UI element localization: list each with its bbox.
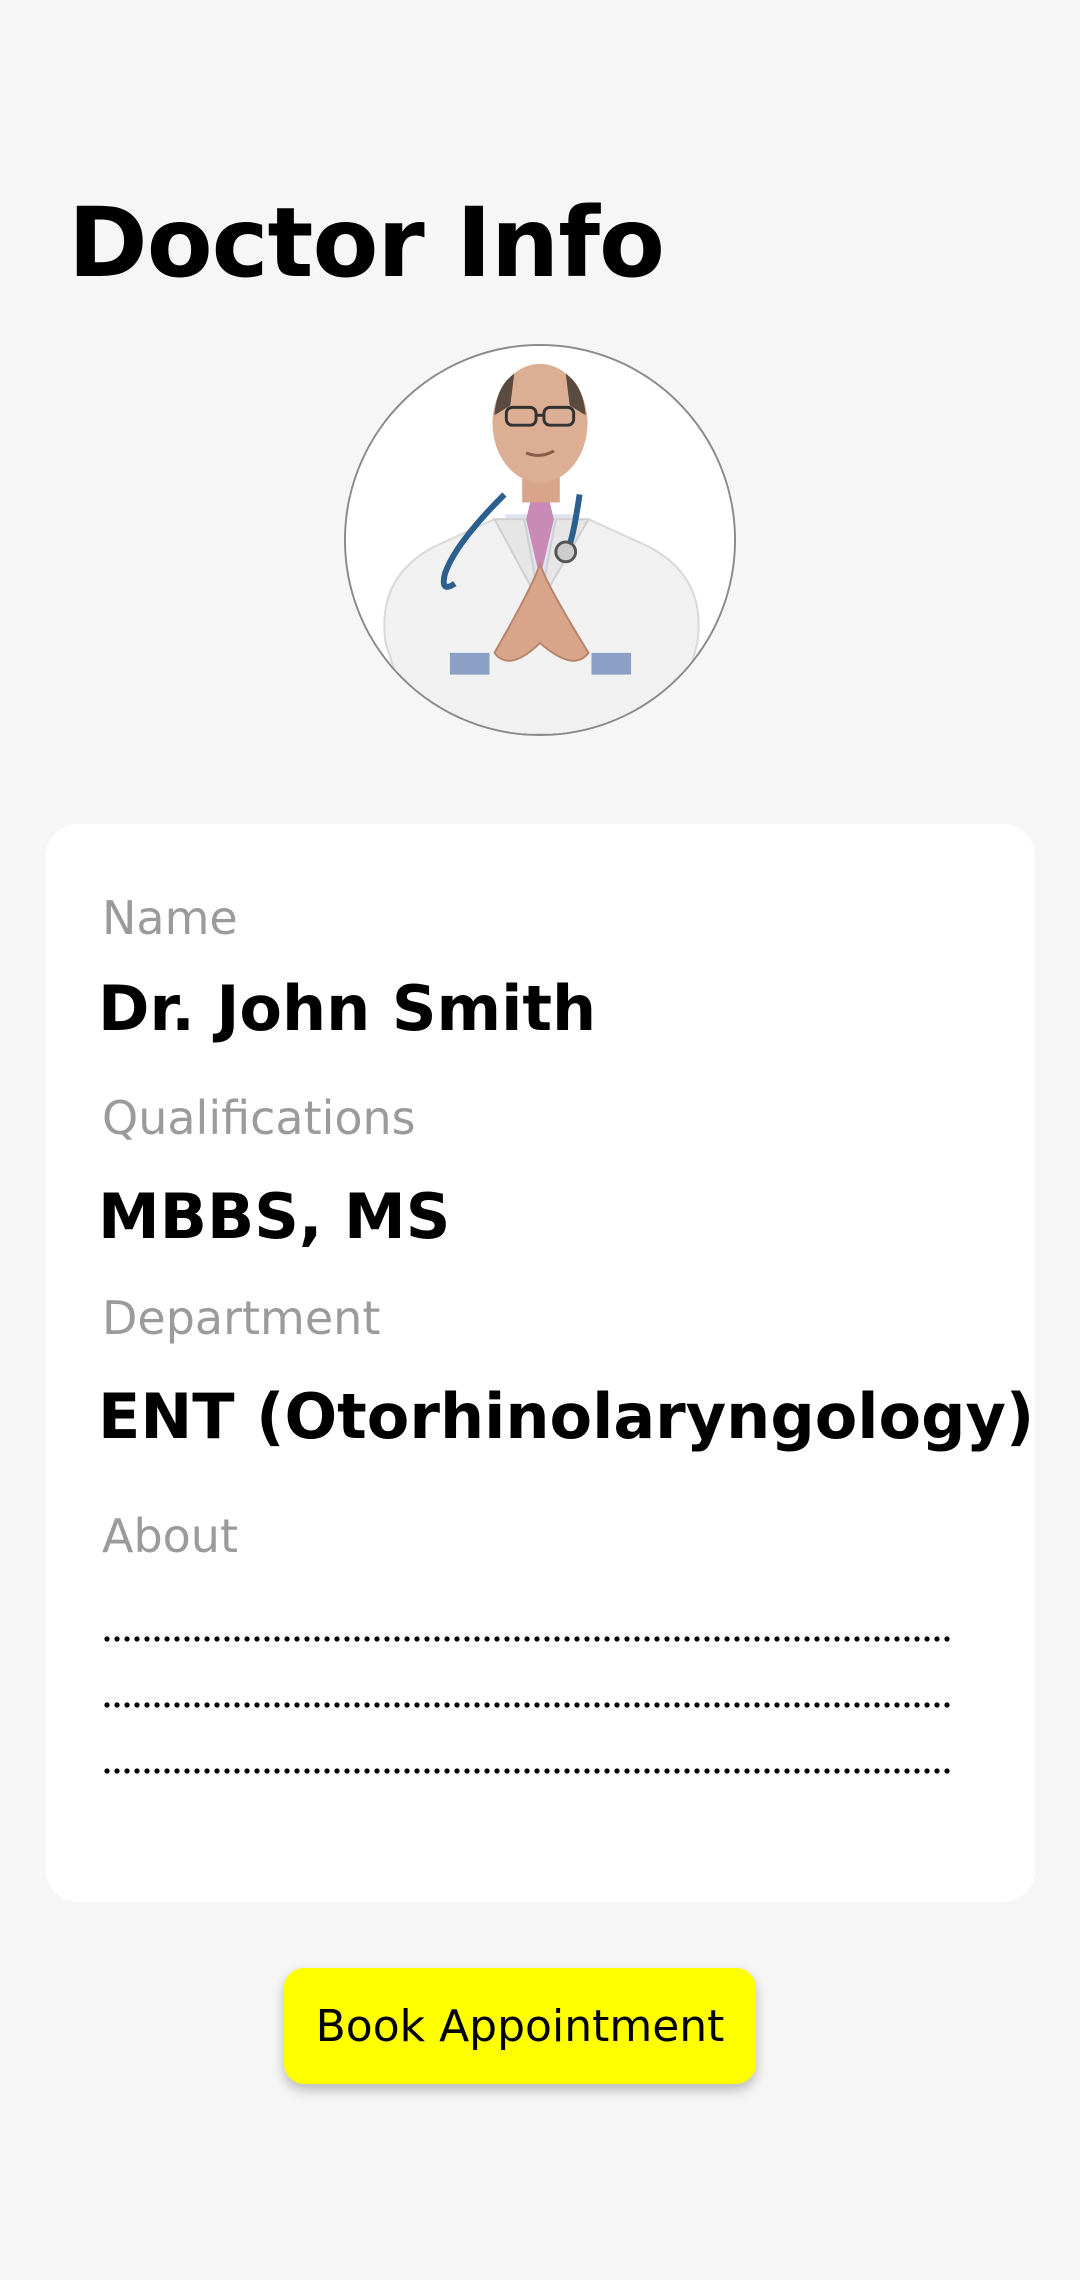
doctor-avatar [344, 344, 736, 736]
about-placeholder-line [102, 1702, 954, 1708]
about-label: About [102, 1509, 239, 1563]
qualifications-label: Qualifications [102, 1091, 416, 1145]
department-value: ENT (Otorhinolaryngology) [98, 1380, 1035, 1453]
page-title: Doctor Info [68, 187, 665, 299]
department-label: Department [102, 1291, 381, 1345]
doctor-info-card: Name Dr. John Smith Qualifications MBBS,… [46, 824, 1035, 1902]
about-placeholder-line [102, 1768, 954, 1774]
book-appointment-button[interactable]: Book Appointment [284, 1968, 756, 2084]
name-value: Dr. John Smith [98, 972, 597, 1045]
about-placeholder-line [102, 1636, 954, 1642]
name-label: Name [102, 891, 238, 945]
doctor-photo-icon [346, 346, 734, 734]
qualifications-value: MBBS, MS [98, 1180, 451, 1253]
